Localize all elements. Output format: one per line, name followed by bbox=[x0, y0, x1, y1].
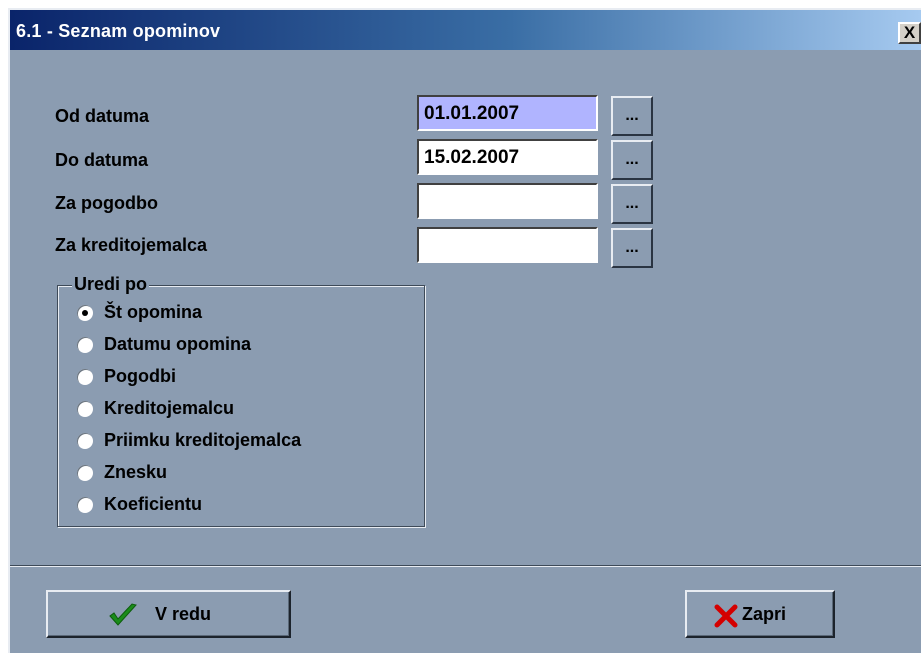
do-datuma-browse-button[interactable]: ... bbox=[611, 140, 653, 180]
za-pogodbo-input[interactable] bbox=[417, 183, 598, 219]
dialog-window: 6.1 - Seznam opominov X Od datuma ... Do… bbox=[8, 8, 921, 653]
radio-button[interactable] bbox=[77, 401, 93, 417]
checkmark-icon bbox=[108, 603, 138, 632]
x-icon bbox=[714, 604, 738, 633]
sort-option-label: Znesku bbox=[104, 462, 168, 482]
sort-option-label: Št opomina bbox=[104, 302, 202, 322]
za-kreditojemalca-browse-button[interactable]: ... bbox=[611, 228, 653, 268]
radio-button[interactable] bbox=[77, 305, 93, 321]
radio-selected-dot bbox=[82, 310, 88, 316]
za-kreditojemalca-input[interactable] bbox=[417, 227, 598, 263]
radio-button[interactable] bbox=[77, 337, 93, 353]
sort-option-label: Kreditojemalcu bbox=[104, 398, 235, 418]
sort-group: Uredi po Št opomina Datumu opomina Pogod… bbox=[57, 274, 425, 527]
ok-button[interactable]: V redu bbox=[46, 590, 291, 638]
close-window-button[interactable]: X bbox=[898, 22, 921, 44]
od-datuma-input[interactable] bbox=[417, 95, 598, 131]
za-kreditojemalca-label: Za kreditojemalca bbox=[55, 235, 208, 255]
sort-group-legend: Uredi po bbox=[72, 274, 150, 295]
radio-button[interactable] bbox=[77, 433, 93, 449]
od-datuma-label: Od datuma bbox=[55, 106, 150, 126]
za-pogodbo-browse-button[interactable]: ... bbox=[611, 184, 653, 224]
title-bar[interactable]: 6.1 - Seznam opominov X bbox=[10, 10, 921, 50]
do-datuma-label: Do datuma bbox=[55, 150, 149, 170]
radio-button[interactable] bbox=[77, 369, 93, 385]
window-title: 6.1 - Seznam opominov bbox=[16, 21, 221, 41]
radio-button[interactable] bbox=[77, 465, 93, 481]
separator bbox=[10, 566, 921, 567]
close-button[interactable]: Zapri bbox=[685, 590, 835, 638]
za-pogodbo-label: Za pogodbo bbox=[55, 193, 158, 213]
sort-option-label: Priimku kreditojemalca bbox=[104, 430, 302, 450]
sort-option-label: Datumu opomina bbox=[104, 334, 251, 354]
radio-button[interactable] bbox=[77, 497, 93, 513]
sort-option-label: Pogodbi bbox=[104, 366, 176, 386]
od-datuma-browse-button[interactable]: ... bbox=[611, 96, 653, 136]
sort-option-label: Koeficientu bbox=[104, 494, 203, 514]
do-datuma-input[interactable] bbox=[417, 139, 598, 175]
close-button-label: Zapri bbox=[742, 604, 787, 624]
ok-button-label: V redu bbox=[155, 604, 212, 624]
